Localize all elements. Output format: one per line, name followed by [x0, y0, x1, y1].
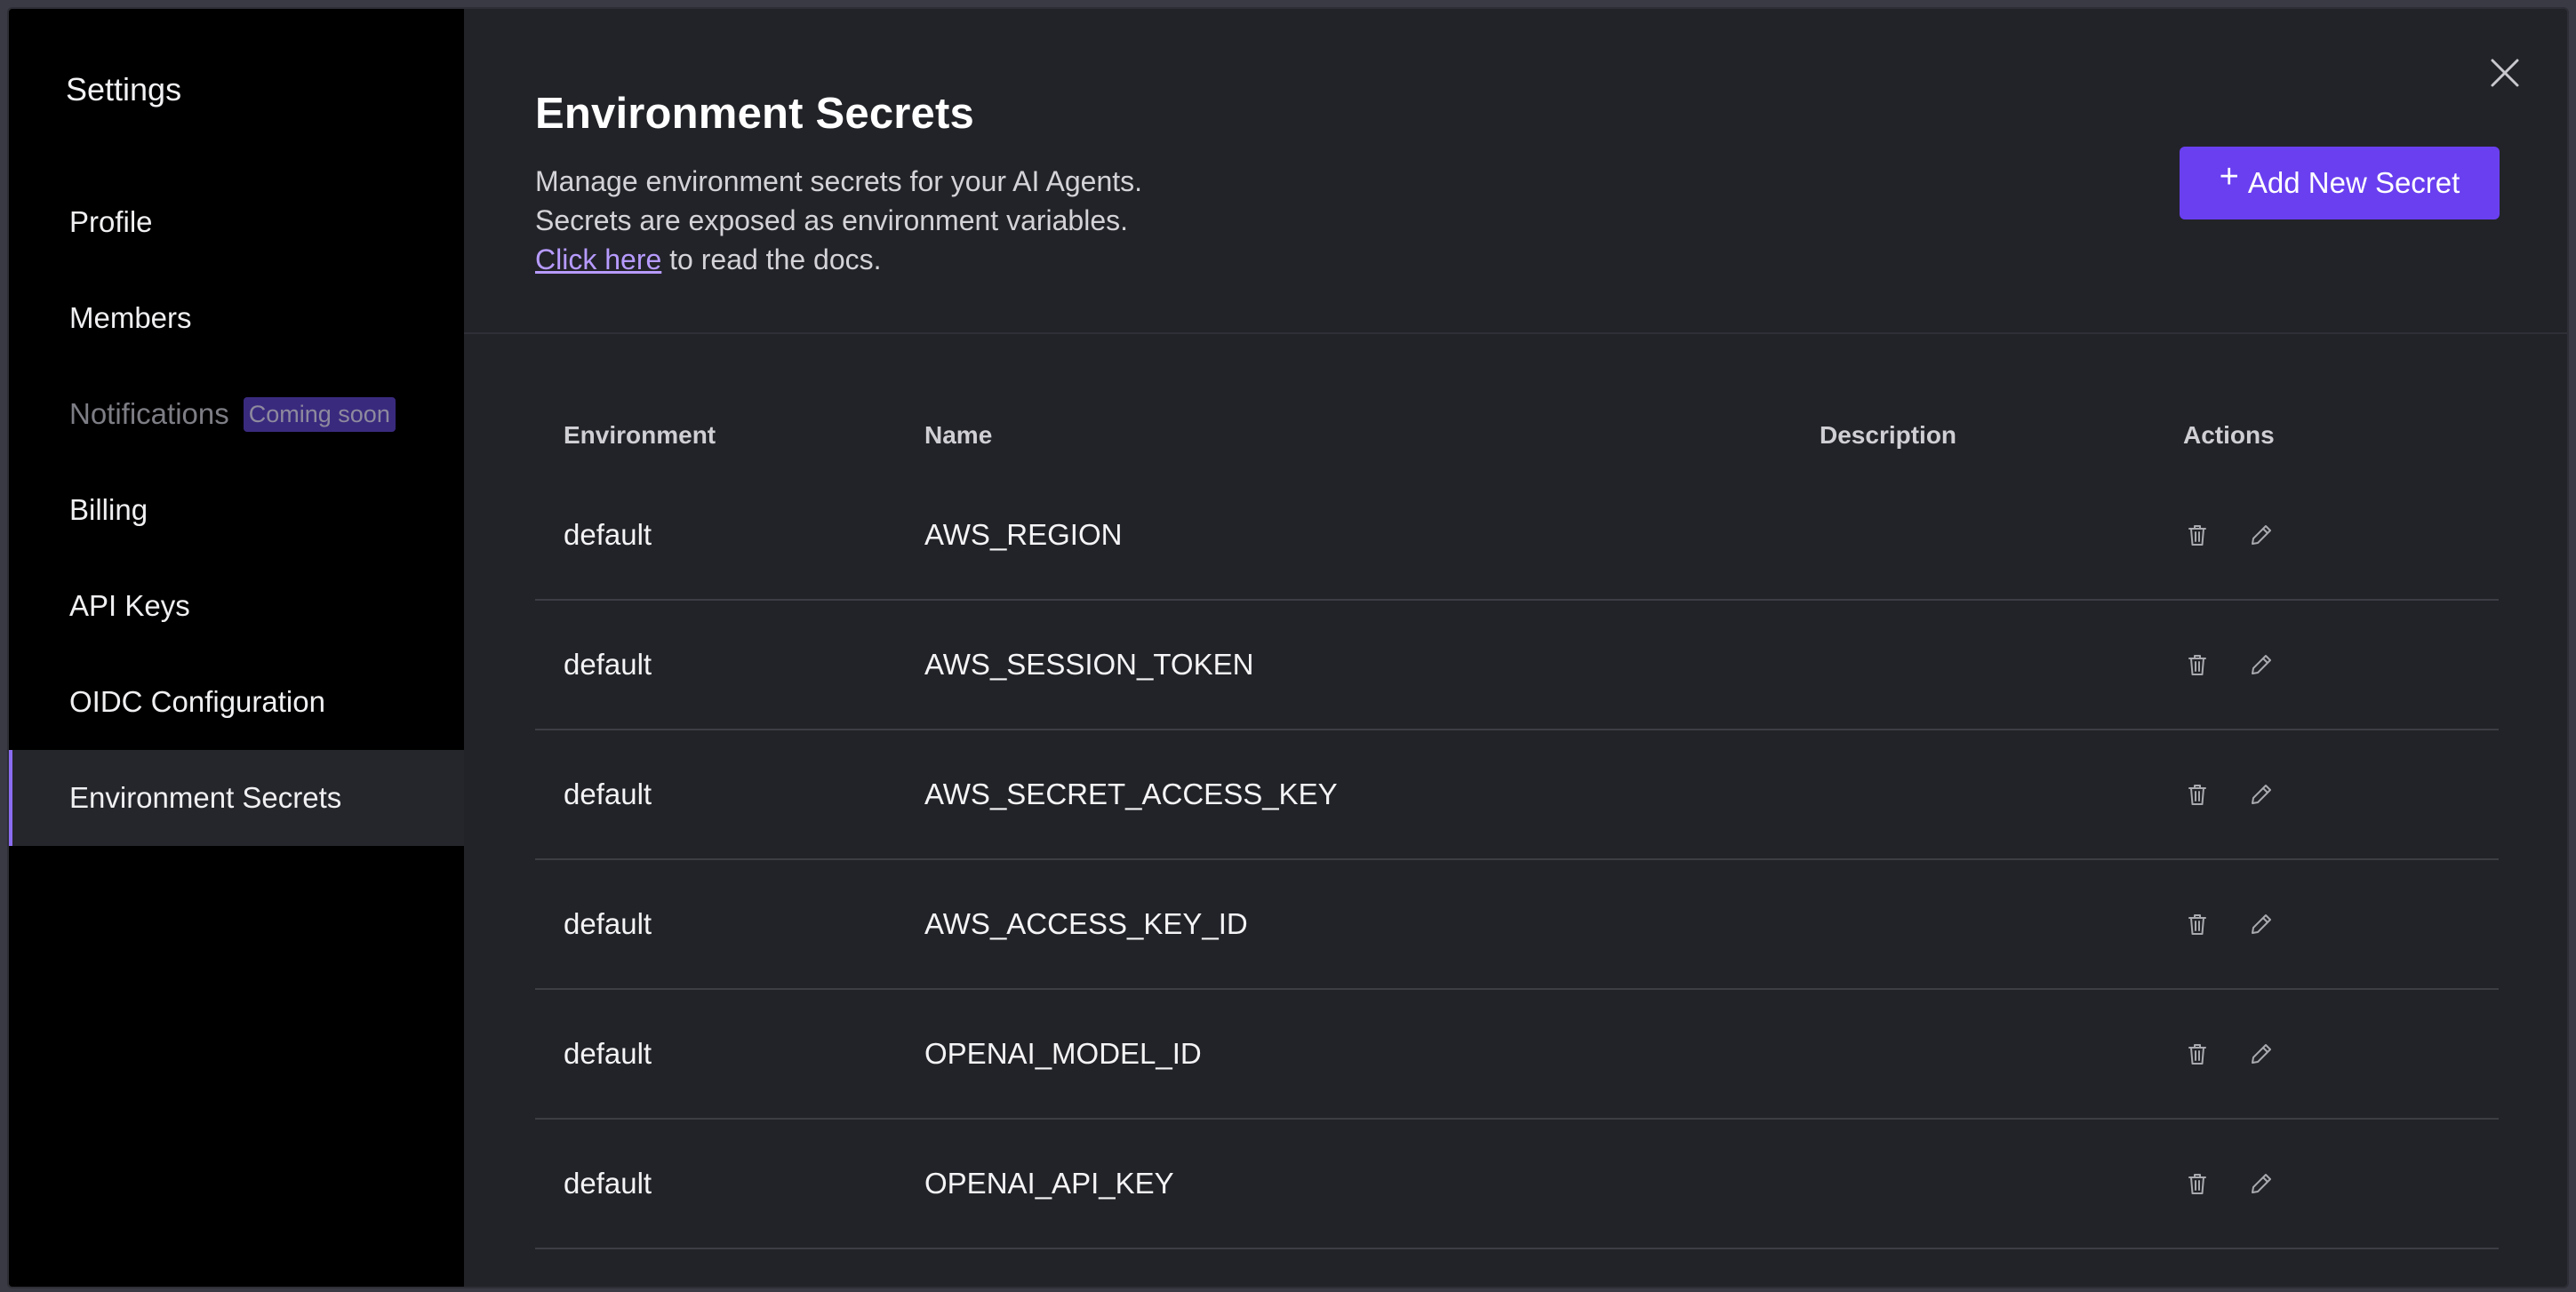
edit-button[interactable] — [2247, 1040, 2276, 1068]
trash-icon — [2188, 914, 2206, 935]
settings-sidebar: Settings Profile Members Notifications C… — [9, 9, 464, 1287]
pencil-icon — [2252, 914, 2271, 934]
plus-icon: + — [2219, 157, 2239, 195]
table-row: default AWS_SESSION_TOKEN — [535, 601, 2499, 730]
close-button[interactable] — [2489, 57, 2521, 89]
edit-button[interactable] — [2247, 780, 2276, 809]
table-header: Environment Name Description Actions — [535, 400, 2499, 471]
edit-button[interactable] — [2247, 910, 2276, 938]
coming-soon-badge: Coming soon — [243, 396, 396, 432]
name-cell: AWS_SECRET_ACCESS_KEY — [924, 778, 1338, 810]
table-row: default OPENAI_MODEL_ID — [535, 990, 2499, 1120]
docs-link-suffix: to read the docs. — [661, 243, 882, 275]
edit-button[interactable] — [2247, 650, 2276, 679]
table-row: default OPENAI_API_KEY — [535, 1120, 2499, 1249]
name-cell: OPENAI_MODEL_ID — [924, 1037, 1202, 1070]
sidebar-item-label: Notifications — [69, 397, 229, 430]
pencil-icon — [2252, 1044, 2271, 1064]
trash-icon — [2188, 785, 2206, 805]
sidebar-item-members[interactable]: Members — [9, 270, 464, 366]
sidebar-item-environment-secrets[interactable]: Environment Secrets — [9, 750, 464, 846]
sidebar-item-label: Profile — [69, 205, 153, 238]
secrets-table: Environment Name Description Actions def… — [535, 400, 2499, 1249]
sidebar-item-label: Billing — [69, 493, 148, 526]
name-cell: AWS_REGION — [924, 518, 1123, 551]
table-row: default AWS_ACCESS_KEY_ID — [535, 860, 2499, 990]
trash-icon — [2188, 1044, 2206, 1065]
environment-cell: default — [564, 778, 652, 810]
sidebar-item-api-keys[interactable]: API Keys — [9, 558, 464, 654]
add-new-secret-button[interactable]: + Add New Secret — [2180, 147, 2500, 219]
sidebar-item-label: OIDC Configuration — [69, 685, 325, 718]
actions-cell — [2183, 1040, 2499, 1068]
delete-button[interactable] — [2183, 650, 2212, 679]
environment-cell: default — [564, 518, 652, 551]
delete-button[interactable] — [2183, 1169, 2212, 1198]
pencil-icon — [2252, 1174, 2271, 1193]
trash-icon — [2188, 655, 2206, 675]
sidebar-item-billing[interactable]: Billing — [9, 462, 464, 558]
column-header-description: Description — [1820, 421, 1957, 449]
settings-main-panel: Environment Secrets Manage environment s… — [464, 9, 2567, 1287]
delete-button[interactable] — [2183, 521, 2212, 549]
description-line-3: Click here to read the docs. — [535, 240, 2505, 279]
pencil-icon — [2252, 655, 2271, 674]
actions-cell — [2183, 1169, 2499, 1198]
sidebar-item-label: Environment Secrets — [69, 781, 342, 814]
name-cell: AWS_SESSION_TOKEN — [924, 648, 1254, 681]
header-divider — [464, 332, 2567, 334]
close-icon — [2491, 59, 2519, 87]
environment-cell: default — [564, 648, 652, 681]
table-row: default AWS_SECRET_ACCESS_KEY — [535, 730, 2499, 860]
pencil-icon — [2252, 525, 2271, 545]
sidebar-item-profile[interactable]: Profile — [9, 174, 464, 270]
name-cell: OPENAI_API_KEY — [924, 1167, 1174, 1200]
actions-cell — [2183, 910, 2499, 938]
sidebar-item-notifications: Notifications Coming soon — [9, 366, 464, 462]
edit-button[interactable] — [2247, 521, 2276, 549]
actions-cell — [2183, 650, 2499, 679]
delete-button[interactable] — [2183, 1040, 2212, 1068]
environment-cell: default — [564, 1167, 652, 1200]
actions-cell — [2183, 521, 2499, 549]
table-row: default AWS_REGION — [535, 471, 2499, 601]
environment-cell: default — [564, 1037, 652, 1070]
column-header-actions: Actions — [2183, 421, 2275, 449]
sidebar-item-label: API Keys — [69, 589, 190, 622]
trash-icon — [2188, 525, 2206, 546]
sidebar-item-label: Members — [69, 301, 192, 334]
edit-button[interactable] — [2247, 1169, 2276, 1198]
sidebar-item-oidc-configuration[interactable]: OIDC Configuration — [9, 654, 464, 750]
trash-icon — [2188, 1174, 2206, 1194]
environment-cell: default — [564, 907, 652, 940]
docs-link[interactable]: Click here — [535, 243, 661, 275]
add-new-secret-label: Add New Secret — [2247, 166, 2460, 199]
actions-cell — [2183, 780, 2499, 809]
settings-modal: Settings Profile Members Notifications C… — [7, 7, 2569, 1288]
delete-button[interactable] — [2183, 780, 2212, 809]
page-title: Environment Secrets — [535, 90, 974, 138]
column-header-name: Name — [924, 421, 993, 449]
pencil-icon — [2252, 785, 2271, 804]
column-header-environment: Environment — [564, 421, 716, 449]
delete-button[interactable] — [2183, 910, 2212, 938]
sidebar-title: Settings — [66, 71, 182, 108]
name-cell: AWS_ACCESS_KEY_ID — [924, 907, 1248, 940]
sidebar-nav: Profile Members Notifications Coming soo… — [9, 174, 464, 846]
